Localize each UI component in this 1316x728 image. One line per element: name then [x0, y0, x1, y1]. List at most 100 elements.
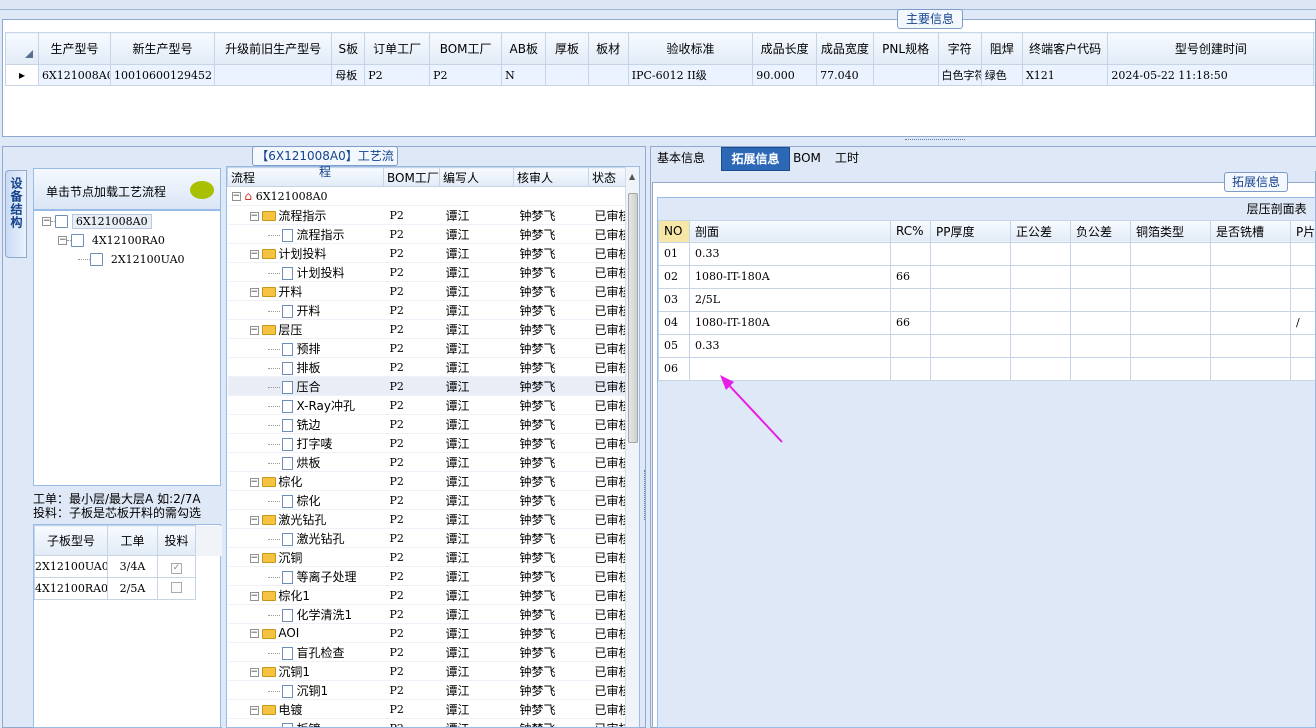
- main-col-header[interactable]: BOM工厂: [429, 32, 503, 65]
- expand-toggle[interactable]: −: [249, 705, 259, 715]
- tab-extended-info[interactable]: 拓展信息: [721, 147, 790, 171]
- process-row[interactable]: − AOI P2 谭江 钟梦飞 已审核: [227, 623, 628, 643]
- main-col-header[interactable]: AB板: [501, 32, 547, 65]
- main-col-header[interactable]: 验收标准: [627, 32, 754, 65]
- process-row[interactable]: 盲孔检查 P2 谭江 钟梦飞 已审核: [227, 642, 628, 662]
- main-col-header[interactable]: 升级前旧生产型号: [213, 32, 333, 65]
- lam-cell[interactable]: [1070, 287, 1131, 312]
- process-row[interactable]: − 电镀 P2 谭江 钟梦飞 已审核: [227, 699, 628, 719]
- lam-cell[interactable]: [1010, 287, 1071, 312]
- lam-cell[interactable]: [1010, 264, 1071, 289]
- lam-row[interactable]: 02 1080-IT-180A 66: [658, 264, 1315, 289]
- process-row[interactable]: 棕化 P2 谭江 钟梦飞 已审核: [227, 490, 628, 510]
- tree-node-child[interactable]: − 4X12100RA0: [58, 232, 165, 248]
- lam-row[interactable]: 03 2/5L: [658, 287, 1315, 312]
- lam-cell[interactable]: [1289, 356, 1315, 381]
- expand-toggle[interactable]: −: [249, 211, 259, 221]
- main-col-header[interactable]: 新生产型号: [109, 32, 215, 65]
- expand-toggle[interactable]: −: [249, 667, 259, 677]
- main-row[interactable]: ▸ 6X121008A0 10010600129452 母板 P2 P2 N IPC-6012…: [5, 64, 1315, 86]
- main-cell[interactable]: IPC-6012 II级: [627, 64, 754, 86]
- lam-row[interactable]: 01 0.33: [658, 241, 1315, 266]
- device-structure-tab[interactable]: 设备结构: [5, 170, 27, 258]
- lam-cell[interactable]: [1210, 264, 1291, 289]
- expand-toggle[interactable]: −: [249, 249, 259, 259]
- lam-cell[interactable]: [930, 241, 1011, 266]
- main-cell[interactable]: N: [501, 64, 547, 86]
- process-row[interactable]: − 沉铜1 P2 谭江 钟梦飞 已审核: [227, 661, 628, 681]
- main-col-header[interactable]: 生产型号: [37, 32, 111, 65]
- main-cell[interactable]: [587, 64, 629, 86]
- expand-toggle[interactable]: −: [249, 515, 259, 525]
- lam-cell[interactable]: 0.33: [689, 333, 891, 358]
- process-row[interactable]: 打字唛 P2 谭江 钟梦飞 已审核: [227, 433, 628, 453]
- process-row-root[interactable]: − ⌂ 6X121008A0: [227, 186, 628, 206]
- main-cell[interactable]: 6X121008A0: [37, 64, 111, 86]
- lam-cell[interactable]: [1130, 356, 1211, 381]
- main-cell[interactable]: X121: [1021, 64, 1109, 86]
- feed-checkbox[interactable]: ✓: [157, 555, 196, 578]
- main-col-header[interactable]: 板材: [587, 32, 629, 65]
- middle-splitter[interactable]: [644, 470, 648, 520]
- main-cell[interactable]: [1313, 64, 1315, 86]
- lam-cell[interactable]: [1130, 333, 1211, 358]
- expand-toggle[interactable]: −: [249, 287, 259, 297]
- lam-cell[interactable]: 0.33: [689, 241, 891, 266]
- lam-cell[interactable]: [1289, 241, 1315, 266]
- main-col-header[interactable]: 成品长度: [752, 32, 818, 65]
- main-col-header[interactable]: 厚板: [545, 32, 589, 65]
- lam-cell[interactable]: 66: [890, 310, 931, 335]
- lam-cell[interactable]: [1289, 264, 1315, 289]
- lam-col-header[interactable]: 是否铣槽: [1210, 219, 1291, 243]
- main-cell[interactable]: P2: [429, 64, 503, 86]
- main-col-header[interactable]: S板: [331, 32, 366, 65]
- lam-cell[interactable]: [930, 356, 1011, 381]
- tree-node-root[interactable]: − 6X121008A0: [42, 213, 152, 229]
- lam-cell[interactable]: [1070, 241, 1131, 266]
- main-col-header[interactable]: 终端客户代码: [1021, 32, 1109, 65]
- process-row[interactable]: − 计划投料 P2 谭江 钟梦飞 已审核: [227, 243, 628, 263]
- lam-cell[interactable]: [1210, 310, 1291, 335]
- main-cell[interactable]: 白色字符: [937, 64, 982, 86]
- process-row[interactable]: 排板 P2 谭江 钟梦飞 已审核: [227, 357, 628, 377]
- lam-cell[interactable]: [930, 310, 1011, 335]
- process-row[interactable]: − 层压 P2 谭江 钟梦飞 已审核: [227, 319, 628, 339]
- lam-col-header[interactable]: 正公差: [1010, 219, 1071, 243]
- lam-cell[interactable]: [1210, 241, 1291, 266]
- lam-cell[interactable]: /: [1289, 310, 1315, 335]
- lam-cell[interactable]: [1070, 333, 1131, 358]
- lam-cell[interactable]: [930, 333, 1011, 358]
- lam-cell[interactable]: [1010, 356, 1071, 381]
- main-cell[interactable]: 90.000: [752, 64, 818, 86]
- process-row[interactable]: − 开料 P2 谭江 钟梦飞 已审核: [227, 281, 628, 301]
- expand-toggle[interactable]: −: [249, 591, 259, 601]
- lam-cell[interactable]: [1070, 310, 1131, 335]
- splitter[interactable]: [0, 137, 1316, 145]
- sub-row[interactable]: 2X12100UA0 3/4A ✓: [34, 555, 229, 578]
- lam-cell[interactable]: [1210, 333, 1291, 358]
- process-scrollbar[interactable]: ▲: [625, 167, 639, 727]
- main-col-header[interactable]: PNL规格: [872, 32, 939, 65]
- process-row[interactable]: 板镀 P2谭江钟梦飞已审核: [227, 718, 628, 727]
- lam-cell[interactable]: [1130, 310, 1211, 335]
- lam-cell[interactable]: [1289, 287, 1315, 312]
- lam-cell[interactable]: [1010, 310, 1071, 335]
- lam-cell[interactable]: [1010, 333, 1071, 358]
- process-row[interactable]: X-Ray冲孔 P2 谭江 钟梦飞 已审核: [227, 395, 628, 415]
- lam-col-header[interactable]: 剖面: [689, 219, 891, 243]
- scroll-thumb[interactable]: [628, 193, 638, 443]
- lam-cell[interactable]: [930, 264, 1011, 289]
- expand-toggle[interactable]: −: [249, 477, 259, 487]
- sub-row[interactable]: 4X12100RA0 2/5A: [34, 577, 229, 600]
- main-cell[interactable]: 10010600129452: [109, 64, 215, 86]
- process-row[interactable]: 沉铜1 P2 谭江 钟梦飞 已审核: [227, 680, 628, 700]
- lam-cell[interactable]: [930, 287, 1011, 312]
- process-row[interactable]: 压合 P2 谭江 钟梦飞 已审核: [227, 376, 628, 396]
- lam-cell[interactable]: [890, 241, 931, 266]
- lam-cell[interactable]: 1080-IT-180A: [689, 310, 891, 335]
- lam-cell[interactable]: [1070, 264, 1131, 289]
- lam-row[interactable]: 04 1080-IT-180A 66 /: [658, 310, 1315, 335]
- process-row[interactable]: 铣边 P2 谭江 钟梦飞 已审核: [227, 414, 628, 434]
- process-row[interactable]: − 流程指示 P2 谭江 钟梦飞 已审核: [227, 205, 628, 225]
- process-row[interactable]: 烘板 P2 谭江 钟梦飞 已审核: [227, 452, 628, 472]
